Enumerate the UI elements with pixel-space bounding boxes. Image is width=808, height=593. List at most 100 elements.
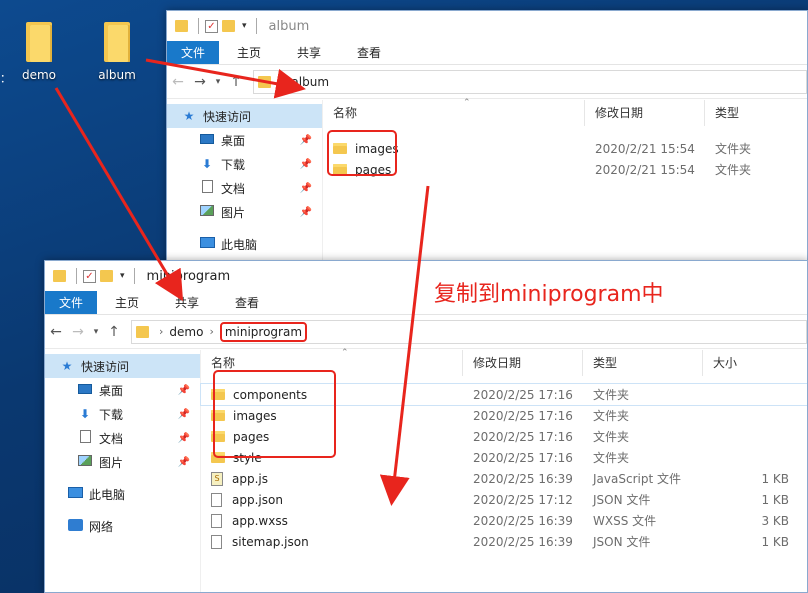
tab-file[interactable]: 文件 [45,291,98,314]
nav-label: 图片 [99,455,124,470]
column-headers: ⌃ 名称 修改日期 类型 [323,98,807,126]
file-name: app.js [232,471,268,486]
window-body: ★ 快速访问 桌面 📌 ⬇ 下载 📌 文档 📌 图片 📌 [45,348,807,592]
ribbon-tabs: 文件 主页 共享 查看 [167,41,807,65]
up-arrow-icon[interactable]: ↑ [225,74,247,90]
new-folder-icon[interactable] [222,20,235,32]
nav-this-pc[interactable]: 此电脑 [167,232,322,256]
address-bar[interactable]: › album [253,69,807,94]
divider [133,268,135,284]
title-bar: ✓ ▾ album [167,11,807,41]
file-size: 1 KB [761,492,789,507]
customize-toolbar-icon[interactable]: ▾ [242,21,247,31]
sort-up-icon: ⌃ [463,98,471,108]
window-title: album [268,18,310,34]
nav-label: 下载 [99,407,124,422]
nav-desktop[interactable]: 桌面 📌 [167,128,322,152]
chevron-right-icon[interactable]: › [209,325,213,338]
nav-downloads[interactable]: ⬇ 下载 📌 [167,152,322,176]
column-type[interactable]: 类型 [705,100,805,126]
divider [255,18,257,34]
back-arrow-icon[interactable]: ← [45,324,67,340]
column-date[interactable]: 修改日期 [463,350,583,376]
nav-pictures[interactable]: 图片 📌 [167,200,322,224]
file-date: 2020/2/21 15:54 [595,141,695,156]
tab-share[interactable]: 共享 [279,41,339,64]
customize-toolbar-icon[interactable]: ▾ [120,271,125,281]
nav-label: 文档 [99,431,124,446]
pin-icon[interactable]: 📌 [178,457,190,468]
pin-icon[interactable]: 📌 [300,159,312,170]
file-row[interactable]: Sapp.js 2020/2/25 16:39 JavaScript 文件 1 KB [201,468,807,489]
pin-icon[interactable]: 📌 [178,433,190,444]
nav-label: 图片 [221,205,246,220]
document-icon [199,180,215,196]
file-type: JSON 文件 [593,493,651,507]
chevron-right-icon[interactable]: › [159,325,163,338]
properties-icon[interactable]: ✓ [205,19,218,33]
file-name-cell: Sapp.js [201,471,463,486]
divider [76,268,77,284]
file-name: app.wxss [232,513,288,528]
nav-documents[interactable]: 文档 📌 [167,176,322,200]
nav-network[interactable]: 网络 [45,514,200,538]
nav-quick-access[interactable]: ★ 快速访问 [45,354,200,378]
file-date: 2020/2/25 16:39 [473,513,573,528]
pin-icon[interactable]: 📌 [300,207,312,218]
document-icon [77,430,93,446]
nav-quick-access[interactable]: ★ 快速访问 [167,104,322,128]
nav-label: 此电脑 [89,487,126,502]
file-icon [211,513,222,528]
address-bar-row: ← → ▾ ↑ › album [167,65,807,99]
file-size: 1 KB [761,471,789,486]
nav-this-pc[interactable]: 此电脑 [45,482,200,506]
file-type: JSON 文件 [593,535,651,549]
pin-icon[interactable]: 📌 [178,409,190,420]
recent-chevron-icon[interactable]: ▾ [211,77,225,87]
ribbon-tabs: 文件 主页 共享 查看 [45,291,807,315]
javascript-file-icon: S [211,471,223,486]
properties-icon[interactable]: ✓ [83,269,96,283]
breadcrumb-miniprogram[interactable]: miniprogram [219,321,308,342]
desktop-icon-album[interactable]: album [82,22,152,82]
nav-pictures[interactable]: 图片 📌 [45,450,200,474]
nav-documents[interactable]: 文档 📌 [45,426,200,450]
file-name-cell: sitemap.json [201,534,463,549]
file-row[interactable]: sitemap.json 2020/2/25 16:39 JSON 文件 1 KB [201,531,807,552]
column-type[interactable]: 类型 [583,350,703,376]
file-row[interactable]: app.json 2020/2/25 17:12 JSON 文件 1 KB [201,489,807,510]
breadcrumb-demo[interactable]: demo [169,325,203,339]
up-arrow-icon[interactable]: ↑ [103,324,125,340]
chevron-right-icon[interactable]: › [281,75,285,88]
address-bar[interactable]: › demo › miniprogram [131,319,807,344]
tab-file[interactable]: 文件 [167,41,220,64]
nav-desktop[interactable]: 桌面 📌 [45,378,200,402]
computer-icon [67,487,83,501]
column-name[interactable]: 名称 [323,100,585,126]
forward-arrow-icon[interactable]: → [189,74,211,90]
desktop-icon-demo[interactable]: demo [4,22,74,82]
pin-icon[interactable]: 📌 [300,183,312,194]
column-date[interactable]: 修改日期 [585,100,705,126]
pin-icon[interactable]: 📌 [178,385,190,396]
star-icon: ★ [183,109,195,123]
file-date: 2020/2/25 17:16 [473,387,573,402]
tab-view[interactable]: 查看 [217,291,277,314]
tab-share[interactable]: 共享 [157,291,217,314]
desktop-icon-label: demo [21,68,57,82]
nav-label: 网络 [89,519,114,534]
pin-icon[interactable]: 📌 [300,135,312,146]
back-arrow-icon[interactable]: ← [167,74,189,90]
tab-home[interactable]: 主页 [97,291,157,314]
file-row[interactable]: app.wxss 2020/2/25 16:39 WXSS 文件 3 KB [201,510,807,531]
forward-arrow-icon[interactable]: → [67,324,89,340]
recent-chevron-icon[interactable]: ▾ [89,327,103,337]
nav-downloads[interactable]: ⬇ 下载 📌 [45,402,200,426]
highlight-box [213,370,336,458]
new-folder-icon[interactable] [100,270,113,282]
tab-view[interactable]: 查看 [339,41,399,64]
tab-home[interactable]: 主页 [219,41,279,64]
desktop-icon [77,383,93,397]
breadcrumb-album[interactable]: album [291,75,329,89]
column-size[interactable]: 大小 [703,350,803,376]
